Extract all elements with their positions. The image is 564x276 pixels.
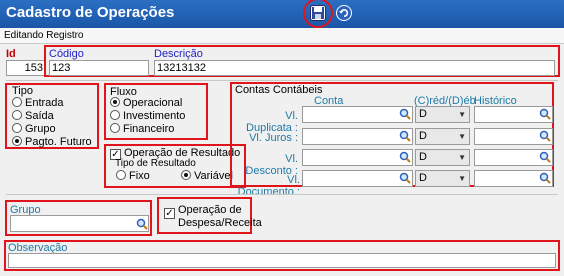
cd-value: D — [419, 172, 427, 184]
undo-button[interactable] — [336, 5, 352, 21]
undo-icon — [337, 6, 351, 20]
despesa-label-line1: Operação de — [178, 204, 242, 216]
cd-value: D — [419, 151, 427, 163]
search-icon[interactable] — [398, 129, 412, 143]
conta-desconto-field[interactable] — [302, 149, 413, 166]
floppy-icon — [312, 7, 324, 19]
tipo-option-entrada[interactable]: Entrada — [12, 97, 64, 110]
codigo-label: Código — [49, 48, 84, 60]
radio-icon — [110, 123, 120, 133]
radio-selected-icon — [110, 97, 120, 107]
chevron-down-icon: ▼ — [458, 153, 466, 162]
id-field[interactable]: 153 — [6, 60, 46, 76]
search-icon[interactable] — [398, 107, 412, 121]
divider — [6, 194, 558, 195]
cd-duplicata-select[interactable]: D ▼ — [415, 106, 470, 123]
row-label-juros: Vl. Juros : — [249, 132, 298, 144]
fluxo-option-label: Investimento — [123, 110, 186, 122]
fluxo-option-financeiro[interactable]: Financeiro — [110, 123, 174, 136]
conta-duplicata-field[interactable] — [302, 106, 413, 123]
search-icon[interactable] — [398, 171, 412, 185]
search-icon[interactable] — [538, 171, 552, 185]
fluxo-option-investimento[interactable]: Investimento — [110, 110, 185, 123]
conta-documento-field[interactable] — [302, 170, 413, 187]
editing-tab-label: Editando Registro — [4, 30, 84, 41]
cd-documento-select[interactable]: D ▼ — [415, 170, 470, 187]
radio-icon — [12, 123, 22, 133]
tipo-option-label: Grupo — [25, 123, 56, 135]
tipo-option-grupo[interactable]: Grupo — [12, 123, 56, 136]
despesa-checkbox[interactable]: ✓ — [164, 206, 178, 219]
id-label: Id — [6, 48, 16, 60]
contas-title: Contas Contábeis — [235, 84, 323, 96]
despesa-label-line2: Despesa/Receita — [178, 217, 262, 229]
radio-icon — [110, 110, 120, 120]
fluxo-option-label: Operacional — [123, 97, 183, 109]
radio-icon — [116, 170, 126, 180]
fluxo-option-operacional[interactable]: Operacional — [110, 97, 182, 110]
tipo-label: Tipo — [12, 85, 33, 97]
resultado-option-fixo[interactable]: Fixo — [116, 170, 150, 183]
editing-tab[interactable]: Editando Registro — [0, 28, 564, 44]
resultado-option-label: Variável — [194, 170, 233, 182]
row-label-duplicata: Vl. Duplicata : — [246, 110, 298, 134]
cd-juros-select[interactable]: D ▼ — [415, 128, 470, 145]
chevron-down-icon: ▼ — [458, 174, 466, 183]
save-button[interactable] — [310, 5, 326, 21]
codigo-field[interactable]: 123 — [49, 60, 149, 76]
tipo-option-label: Pagto. Futuro — [25, 136, 92, 148]
descricao-field[interactable]: 13213132 — [154, 60, 555, 76]
tipo-option-pagto-futuro[interactable]: Pagto. Futuro — [12, 136, 92, 149]
radio-selected-icon — [12, 136, 22, 146]
fluxo-option-label: Financeiro — [123, 123, 175, 135]
search-icon[interactable] — [398, 150, 412, 164]
cd-value: D — [419, 130, 427, 142]
cd-desconto-select[interactable]: D ▼ — [415, 149, 470, 166]
search-icon[interactable] — [135, 217, 149, 231]
radio-icon — [12, 110, 22, 120]
radio-selected-icon — [181, 170, 191, 180]
search-icon[interactable] — [538, 107, 552, 121]
tipo-resultado-label: Tipo de Resultado — [115, 158, 196, 169]
window-title: Cadastro de Operações — [6, 4, 175, 21]
grupo-field[interactable] — [10, 215, 149, 232]
checkbox-checked-icon: ✓ — [164, 208, 175, 219]
divider — [6, 80, 558, 81]
tipo-option-saida[interactable]: Saída — [12, 110, 54, 123]
search-icon[interactable] — [538, 129, 552, 143]
cd-value: D — [419, 108, 427, 120]
search-icon[interactable] — [538, 150, 552, 164]
observacao-field[interactable] — [8, 253, 556, 268]
resultado-option-label: Fixo — [129, 170, 150, 182]
resultado-option-variavel[interactable]: Variável — [181, 170, 233, 183]
radio-icon — [12, 97, 22, 107]
conta-juros-field[interactable] — [302, 128, 413, 145]
descricao-label: Descrição — [154, 48, 203, 60]
tipo-option-label: Entrada — [25, 97, 64, 109]
tipo-option-label: Saída — [25, 110, 54, 122]
chevron-down-icon: ▼ — [458, 110, 466, 119]
chevron-down-icon: ▼ — [458, 132, 466, 141]
